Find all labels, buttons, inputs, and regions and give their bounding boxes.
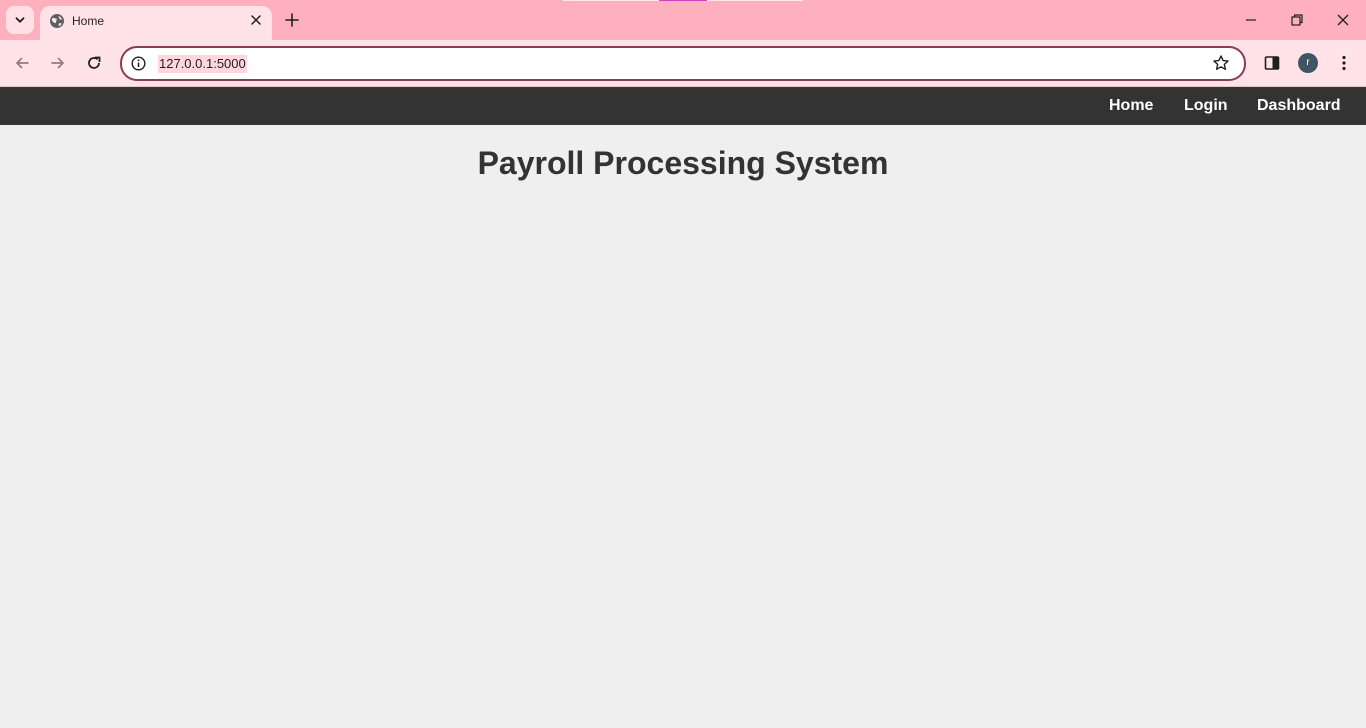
nav-link-login[interactable]: Login bbox=[1184, 87, 1228, 125]
url-text[interactable]: 127.0.0.1:5000 bbox=[158, 55, 247, 73]
tab-strip-edge bbox=[707, 0, 803, 1]
profile-avatar[interactable]: r bbox=[1298, 53, 1318, 73]
side-panel-icon[interactable] bbox=[1262, 53, 1282, 73]
tab-strip: Home bbox=[0, 0, 1366, 40]
address-bar[interactable]: 127.0.0.1:5000 bbox=[120, 46, 1246, 81]
tab-title: Home bbox=[72, 14, 105, 28]
bookmark-star-icon[interactable] bbox=[1212, 54, 1230, 72]
plus-icon[interactable] bbox=[283, 11, 301, 29]
tab-strip-edge-accent bbox=[659, 0, 707, 1]
restore-icon[interactable] bbox=[1288, 11, 1306, 29]
tab-strip-edge bbox=[563, 0, 659, 1]
site-navbar: Home Login Dashboard bbox=[0, 87, 1366, 125]
reload-icon[interactable] bbox=[84, 53, 104, 73]
browser-toolbar: 127.0.0.1:5000 r bbox=[0, 40, 1366, 87]
forward-arrow-icon[interactable] bbox=[48, 53, 68, 73]
nav-link-dashboard[interactable]: Dashboard bbox=[1257, 87, 1341, 125]
close-icon[interactable] bbox=[248, 12, 264, 28]
kebab-menu-icon[interactable] bbox=[1334, 53, 1354, 73]
nav-link-home[interactable]: Home bbox=[1109, 87, 1153, 125]
chevron-down-icon bbox=[15, 17, 25, 23]
globe-icon bbox=[50, 14, 64, 28]
tab-search-button[interactable] bbox=[6, 6, 34, 34]
browser-tab-active[interactable]: Home bbox=[40, 6, 272, 40]
back-arrow-icon[interactable] bbox=[12, 53, 32, 73]
page-title: Payroll Processing System bbox=[477, 145, 889, 181]
site-info-icon[interactable] bbox=[130, 55, 147, 72]
window-close-icon[interactable] bbox=[1334, 11, 1352, 29]
minimize-icon[interactable] bbox=[1242, 11, 1260, 29]
